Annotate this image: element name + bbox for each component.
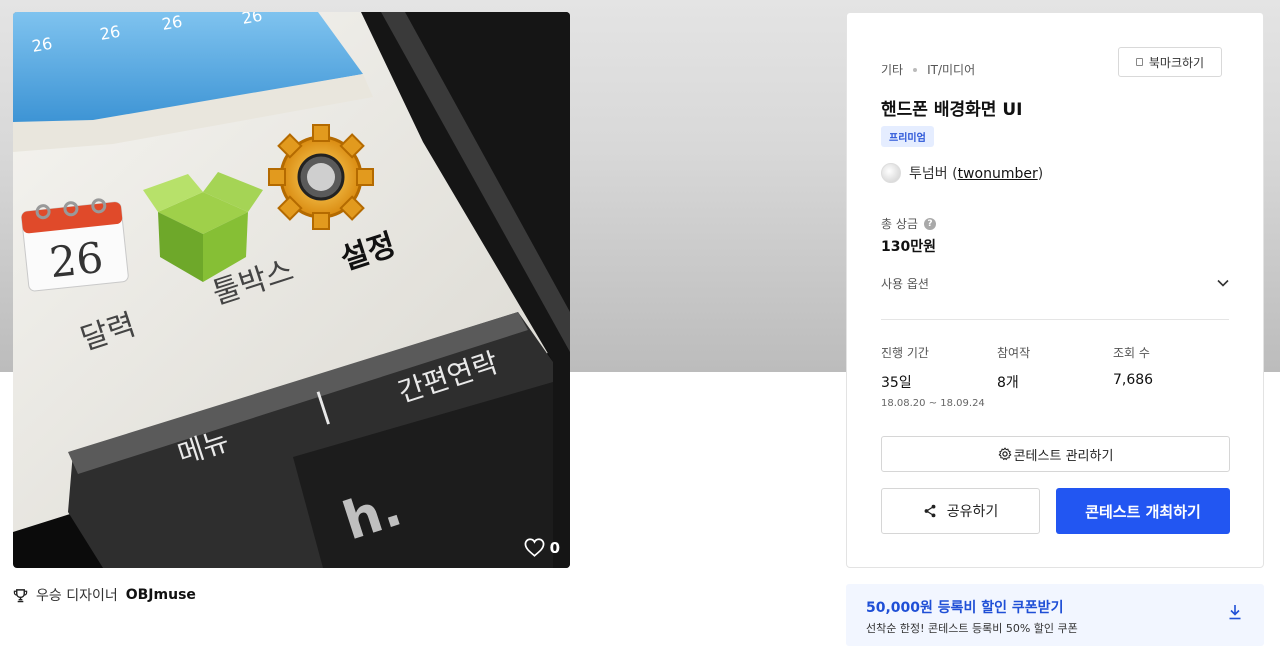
host-handle[interactable]: twonumber — [958, 166, 1038, 182]
manage-contest-button[interactable]: 콘테스트 관리하기 — [881, 436, 1230, 472]
usage-options-toggle[interactable]: 사용 옵션 — [881, 271, 1229, 295]
like-count: 0 — [549, 538, 560, 557]
breadcrumb: 기타 IT/미디어 — [881, 61, 975, 78]
stat-value: 8개 — [997, 375, 1019, 391]
stat-label: 진행 기간 — [881, 346, 929, 360]
host-contest-button[interactable]: 콘테스트 개최하기 — [1056, 488, 1230, 534]
phone-ui-image: 26 달력 툴박스 설정 메뉴 | 간편연락 h. 26 26 26 26 — [13, 12, 570, 568]
host-avatar — [881, 163, 901, 183]
prize-label: 총 상금 ? — [881, 215, 936, 232]
help-icon[interactable]: ? — [923, 217, 936, 230]
stat-duration: 진행 기간 35일 18.08.20 ~ 18.09.24 — [881, 344, 997, 409]
contest-stats: 진행 기간 35일 18.08.20 ~ 18.09.24 참여작 8개 조회 … — [881, 344, 1229, 409]
heart-icon — [524, 538, 544, 557]
download-icon[interactable] — [1228, 604, 1242, 620]
prize-value: 130만원 — [881, 239, 936, 255]
calendar-day-text: 26 — [47, 233, 105, 287]
contest-info-card: 기타 IT/미디어 북마크하기 핸드폰 배경화면 UI 프리미엄 투넘버 (tw… — [846, 12, 1264, 568]
stat-date-range: 18.08.20 ~ 18.09.24 — [881, 398, 985, 409]
divider — [881, 319, 1229, 320]
coupon-banner[interactable]: 50,000원 등록비 할인 쿠폰받기 선착순 한정! 콘테스트 등록비 50%… — [846, 584, 1264, 646]
host-name: 투넘버 — [909, 166, 948, 182]
breadcrumb-item[interactable]: IT/미디어 — [927, 61, 975, 78]
share-icon — [924, 504, 936, 518]
chevron-down-icon — [1217, 279, 1229, 287]
bookmark-button[interactable]: 북마크하기 — [1118, 47, 1222, 77]
bookmark-label: 북마크하기 — [1148, 55, 1205, 70]
breadcrumb-item[interactable]: 기타 — [881, 61, 903, 78]
host-info[interactable]: 투넘버 (twonumber) — [881, 163, 1043, 183]
breadcrumb-separator — [913, 67, 918, 72]
contest-artwork[interactable]: 26 달력 툴박스 설정 메뉴 | 간편연락 h. 26 26 26 26 0 — [13, 12, 570, 568]
coupon-title: 50,000원 등록비 할인 쿠폰받기 — [866, 600, 1064, 616]
premium-badge: 프리미엄 — [881, 126, 934, 147]
usage-options-label: 사용 옵션 — [881, 276, 929, 291]
contest-title: 핸드폰 배경화면 UI — [881, 100, 1023, 120]
share-label: 공유하기 — [946, 504, 999, 520]
gear-icon — [998, 447, 1011, 461]
coupon-subtitle: 선착순 한정! 콘테스트 등록비 50% 할인 쿠폰 — [866, 622, 1078, 635]
stat-views: 조회 수 7,686 — [1113, 344, 1229, 409]
stat-value: 35일 — [881, 375, 912, 391]
host-handle-close: ) — [1037, 166, 1044, 182]
stat-label: 참여작 — [997, 346, 1031, 360]
winner-designer: 우승 디자이너 OBJmuse — [13, 585, 196, 605]
winner-designer-name[interactable]: OBJmuse — [126, 587, 196, 603]
stat-entries: 참여작 8개 — [997, 344, 1113, 409]
share-button[interactable]: 공유하기 — [881, 488, 1040, 534]
weather-reading: 26 — [30, 34, 53, 56]
like-button[interactable]: 0 — [524, 538, 560, 557]
weather-reading: 26 — [98, 22, 121, 44]
stat-value: 7,686 — [1113, 372, 1154, 388]
weather-reading: 26 — [160, 12, 183, 34]
prize-label-text: 총 상금 — [881, 217, 918, 231]
stat-label: 조회 수 — [1113, 346, 1150, 360]
winner-prefix: 우승 디자이너 — [36, 588, 118, 604]
trophy-icon — [13, 588, 28, 602]
bookmark-icon — [1135, 58, 1143, 66]
manage-contest-label: 콘테스트 관리하기 — [1013, 448, 1114, 464]
